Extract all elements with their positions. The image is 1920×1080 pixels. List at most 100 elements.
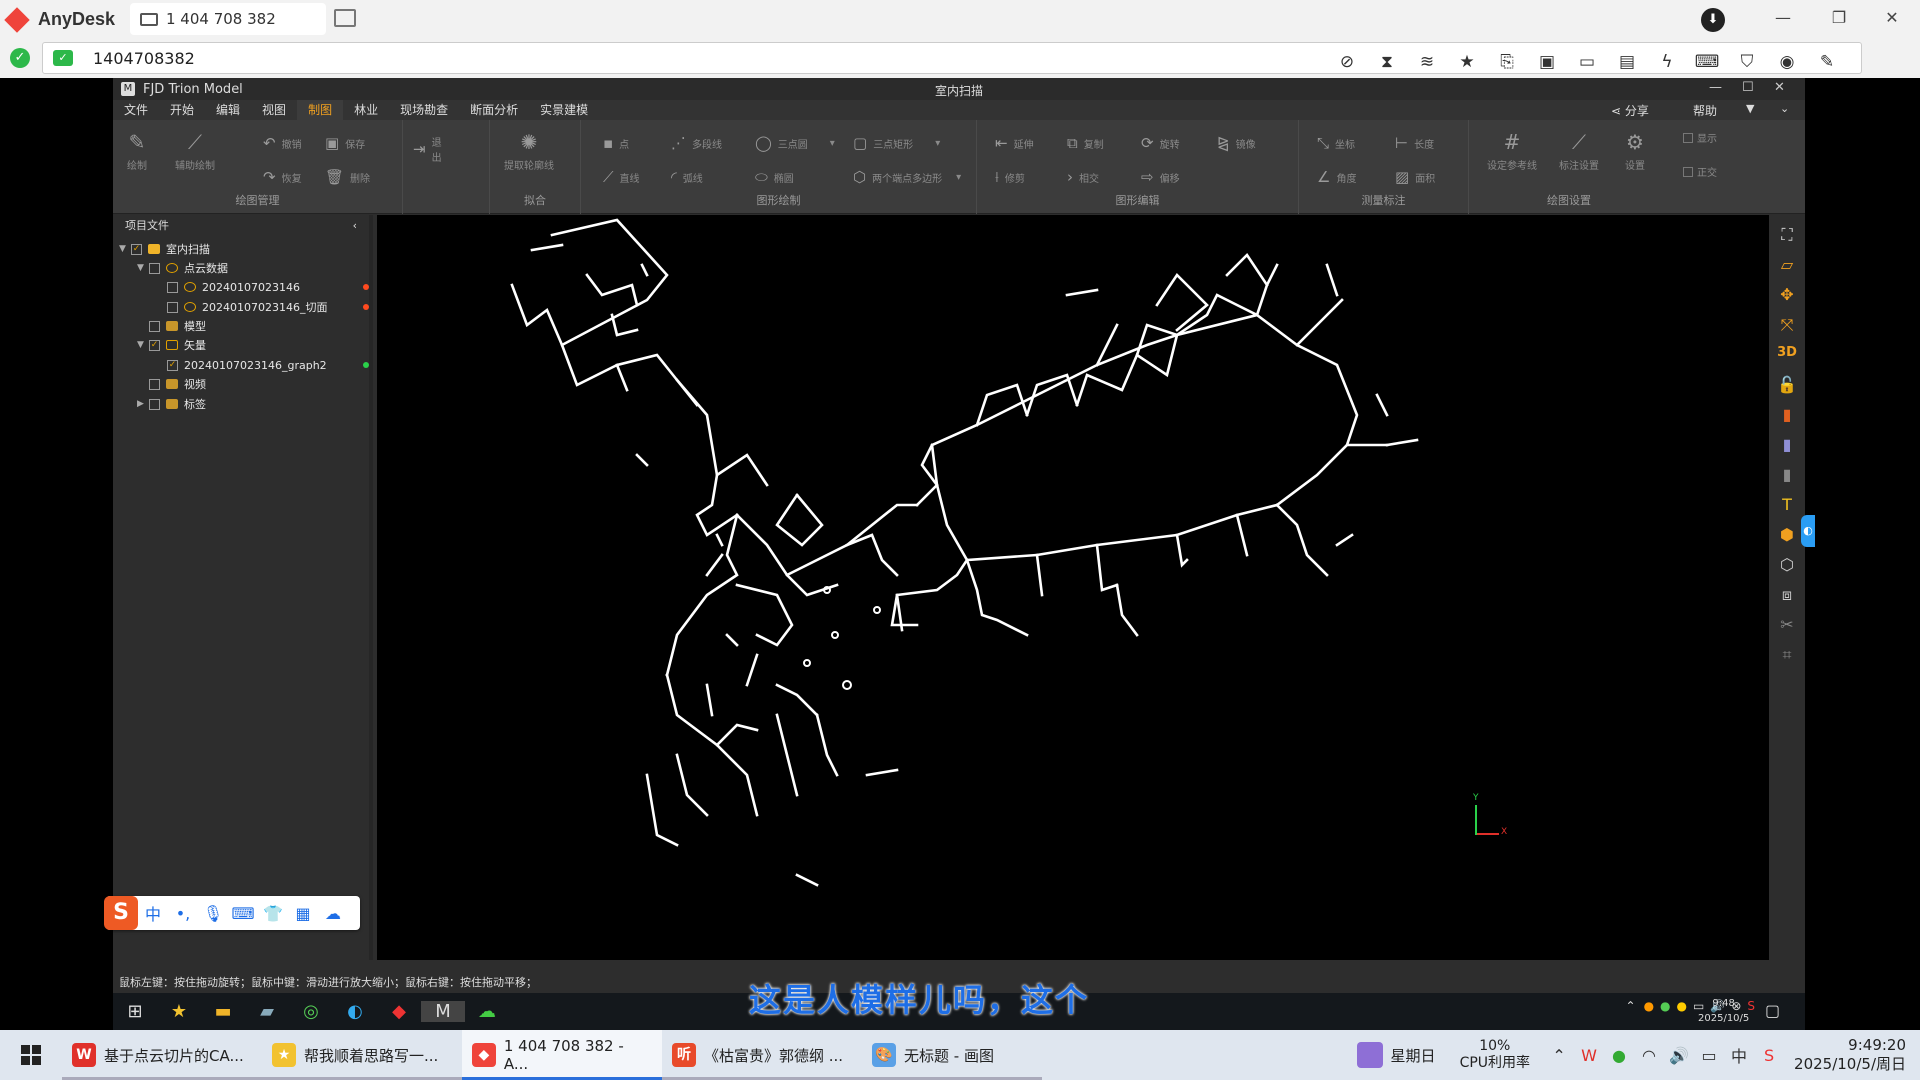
address-box[interactable]: ✓ 1404708382 ⊘ ⧗ ≋ ★ ⎘ ▣ ▭ ▤ ϟ ⌨ ⛉ ◉ ✎ — [42, 42, 1862, 74]
extract-contour-button[interactable]: ✺ 提取轮廓线 — [504, 130, 554, 172]
remote-folder-icon[interactable]: ▬ — [201, 1001, 245, 1022]
ime-lang-toggle[interactable]: 中 — [138, 901, 168, 925]
three-point-circle-button[interactable]: ◯ 三点圆 ▾ — [755, 134, 835, 152]
expand-icon[interactable]: ▼ — [137, 263, 149, 273]
remote-tray-app-icon[interactable]: ● — [1644, 999, 1654, 1013]
wifi-icon[interactable]: ◠ — [1634, 1046, 1664, 1065]
intensity-icon[interactable]: ▮ — [1769, 435, 1805, 454]
menu-file[interactable]: 文件 — [113, 100, 159, 120]
menu-drafting[interactable]: 制图 — [297, 100, 344, 120]
record-icon[interactable]: ◉ — [1767, 52, 1807, 72]
length-button[interactable]: ⊢ 长度 — [1395, 134, 1434, 152]
menu-edit[interactable]: 编辑 — [205, 100, 251, 120]
share-button[interactable]: ⋖ 分享 — [1611, 102, 1649, 119]
collapse-panel-icon[interactable]: ‹ — [353, 219, 357, 232]
tray-green-icon[interactable]: ● — [1604, 1046, 1634, 1065]
crop-icon[interactable]: ⌗ — [1769, 645, 1805, 665]
arc-button[interactable]: ◜ 弧线 — [671, 168, 703, 186]
menu-survey[interactable]: 现场勘查 — [389, 100, 459, 120]
remote-notification-icon[interactable]: ▢ — [1765, 1001, 1780, 1020]
tree-checkbox[interactable] — [149, 398, 160, 410]
area-button[interactable]: ▨ 面积 — [1395, 168, 1435, 186]
remote-tray-chevron-icon[interactable]: ⌃ — [1626, 999, 1636, 1013]
remote-wechat-icon[interactable]: ☁ — [465, 1001, 509, 1022]
database-icon[interactable]: ≋ — [1407, 52, 1447, 72]
fjd-close-button[interactable]: ✕ — [1774, 80, 1785, 95]
intersect-button[interactable]: › 相交 — [1067, 168, 1099, 186]
offset-button[interactable]: ⇨ 偏移 — [1141, 168, 1180, 186]
tree-item-model[interactable]: 模型 — [149, 316, 206, 336]
menu-forestry[interactable]: 林业 — [343, 100, 389, 120]
three-point-rect-button[interactable]: ▢ 三点矩形 ▾ — [853, 134, 940, 152]
remote-start-icon[interactable]: ⊞ — [113, 1001, 157, 1022]
start-button[interactable] — [0, 1030, 62, 1080]
remote-notes-icon[interactable]: ▰ — [245, 1001, 289, 1022]
hourglass-icon[interactable]: ⧗ — [1367, 52, 1407, 72]
ime-extra-icon[interactable]: ☁ — [318, 904, 348, 923]
tree-item-scan1-slice[interactable]: 20240107023146_切面 — [167, 297, 327, 317]
help-button[interactable]: 帮助 — [1693, 102, 1717, 119]
mirror-button[interactable]: ⧎ 镜像 — [1217, 134, 1256, 152]
tree-checkbox[interactable] — [149, 320, 160, 332]
clock[interactable]: 9:49:20 2025/10/5/周日 — [1794, 1036, 1906, 1074]
ime-keyboard-icon[interactable]: ⌨ — [228, 904, 258, 923]
tree-item-scan1[interactable]: 20240107023146 — [167, 277, 300, 297]
menu-start[interactable]: 开始 — [159, 100, 205, 120]
3d-view-button[interactable]: 3D — [1769, 345, 1805, 360]
cube-wire-icon[interactable]: ⬡ — [1769, 555, 1805, 574]
fit-view-icon[interactable]: ⛶ — [1769, 225, 1805, 245]
expand-icon[interactable]: ▼ — [137, 340, 149, 350]
collapse-ribbon-icon[interactable]: ⌄ — [1780, 102, 1789, 115]
angle-button[interactable]: ∠ 角度 — [1317, 168, 1356, 186]
polygon-button[interactable]: ⬡ 两个端点多边形 ▾ — [853, 168, 961, 186]
point-button[interactable]: ▪ 点 — [603, 134, 629, 152]
undo-button[interactable]: ↶ 撤销 — [263, 134, 302, 152]
color-ramp-icon[interactable]: ▮ — [1769, 405, 1805, 424]
fjd-maximize-button[interactable]: ☐ — [1742, 80, 1754, 95]
tree-item-video[interactable]: 视频 — [149, 374, 206, 394]
cube-solid-icon[interactable]: ⬢ — [1769, 525, 1805, 544]
exit-button[interactable]: ⇥ 退出 — [413, 134, 442, 164]
line-button[interactable]: ⟋ 直线 — [603, 168, 640, 186]
keyboard-icon[interactable]: ⌨ — [1687, 52, 1727, 72]
measure-icon[interactable]: ▱ — [1769, 255, 1805, 274]
tray-chevron-icon[interactable]: ⌃ — [1544, 1046, 1574, 1065]
tree-item-pointcloud[interactable]: ▼ 点云数据 — [137, 258, 228, 278]
tree-checkbox[interactable]: ✓ — [131, 243, 142, 255]
tree-item-tags[interactable]: ▶ 标签 — [137, 394, 206, 414]
shield-icon[interactable]: ⛉ — [1727, 52, 1767, 72]
sogou-logo-icon[interactable]: S — [104, 896, 138, 930]
remote-browser-icon[interactable]: ◎ — [289, 1001, 333, 1022]
file-transfer-icon[interactable]: ⎘ — [1487, 52, 1527, 72]
display-checkbox[interactable]: 显示 — [1683, 130, 1717, 145]
extend-button[interactable]: ⇤ 延伸 — [995, 134, 1034, 152]
remote-tray-yellow-icon[interactable]: ● — [1677, 999, 1687, 1013]
save-button[interactable]: ▣ 保存 — [325, 134, 365, 152]
tray-wps-icon[interactable]: W — [1574, 1046, 1604, 1065]
axis-icon[interactable]: ⤧ — [1769, 315, 1805, 335]
ortho-checkbox[interactable]: 正交 — [1683, 164, 1717, 179]
copy-button[interactable]: ⧉ 复制 — [1067, 134, 1104, 152]
redo-button[interactable]: ↷ 恢复 — [263, 168, 302, 186]
expand-icon[interactable]: ▼ — [119, 244, 131, 254]
tree-checkbox[interactable]: ✓ — [149, 339, 160, 351]
unlock-icon[interactable]: 🔓 — [1769, 375, 1805, 394]
tray-sogou-icon[interactable]: S — [1754, 1046, 1784, 1065]
text-icon[interactable]: T — [1769, 495, 1805, 514]
taskbar-item-assistant[interactable]: ★ 帮我顺着思路写一... — [262, 1030, 462, 1080]
remote-star-icon[interactable]: ★ — [157, 1001, 201, 1022]
taskbar-item-audio[interactable]: 听 《枯富贵》郭德纲 ... — [662, 1030, 862, 1080]
lightning-icon[interactable]: ϟ — [1647, 52, 1687, 72]
height-icon[interactable]: ▮ — [1769, 465, 1805, 484]
taskbar-item-paint[interactable]: 🎨 无标题 - 画图 — [862, 1030, 1042, 1080]
polyline-button[interactable]: ⋰ 多段线 — [671, 134, 722, 152]
tree-checkbox[interactable] — [149, 378, 160, 390]
remote-tray-wechat-icon[interactable]: ● — [1660, 999, 1670, 1013]
screen-off-icon[interactable]: ⊘ — [1327, 52, 1367, 72]
tree-checkbox[interactable] — [149, 262, 160, 274]
ime-skin-icon[interactable]: 👕 — [258, 904, 288, 923]
new-session-icon[interactable] — [334, 9, 356, 27]
remote-anydesk-icon[interactable]: ◆ — [377, 1001, 421, 1022]
ime-language-indicator[interactable]: 中 — [1724, 1043, 1754, 1067]
help-dropdown-icon[interactable]: ▼ — [1746, 102, 1754, 115]
